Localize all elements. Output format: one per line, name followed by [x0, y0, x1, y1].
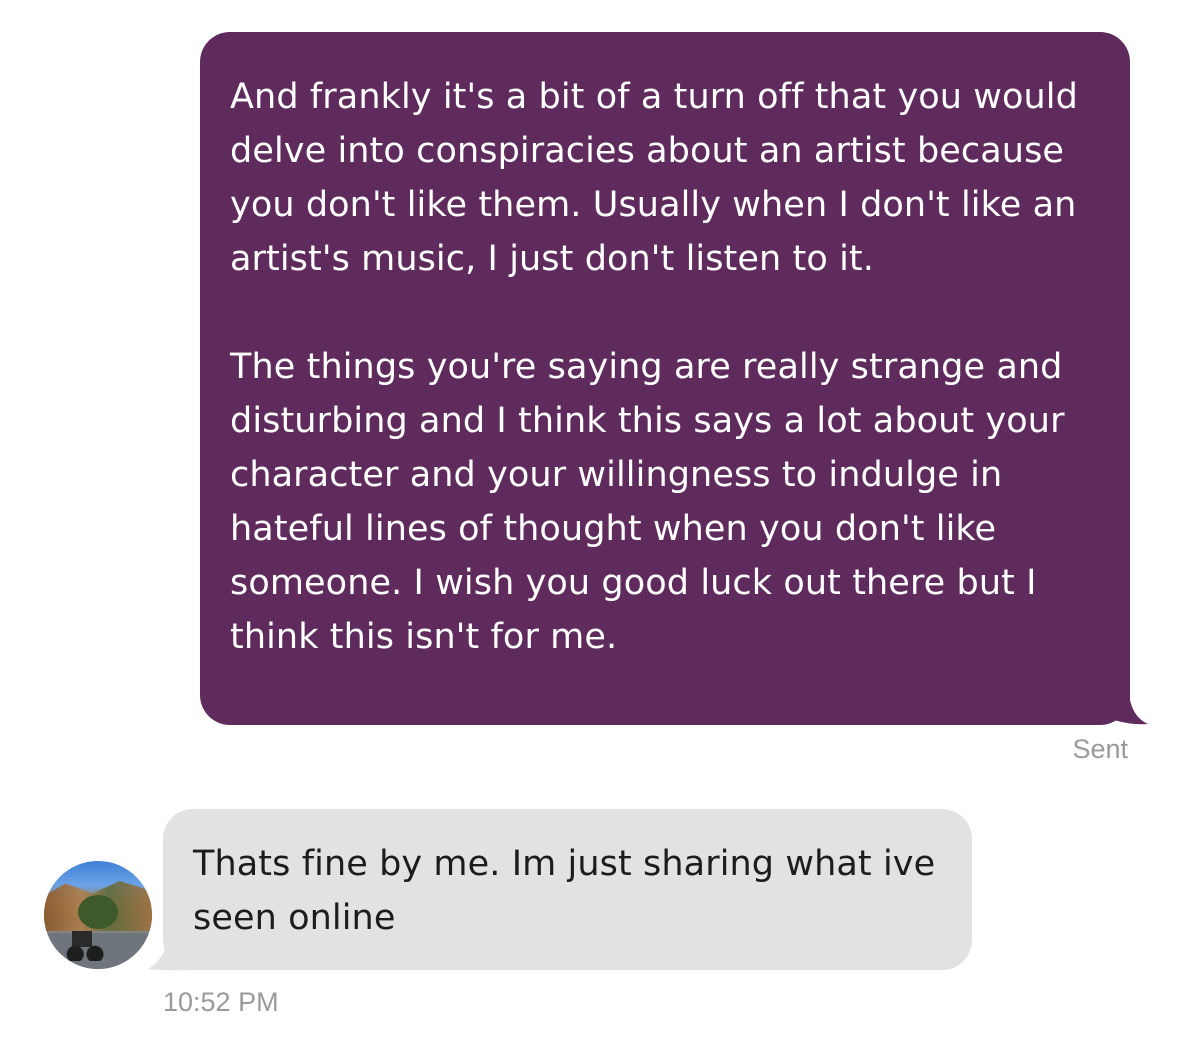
- message-thread: And frankly it's a bit of a turn off tha…: [0, 0, 1200, 1057]
- sent-status-label: Sent: [1072, 734, 1128, 764]
- avatar-tree-shape: [78, 895, 118, 929]
- received-message-timestamp: 10:52 PM: [163, 987, 279, 1017]
- received-message-bubble[interactable]: Thats fine by me. Im just sharing what i…: [163, 809, 972, 970]
- sent-message-paragraph-2: The things you're saying are really stra…: [230, 347, 1065, 657]
- contact-avatar[interactable]: [44, 861, 152, 969]
- sent-message-bubble[interactable]: And frankly it's a bit of a turn off tha…: [200, 32, 1130, 725]
- avatar-riders-shape: [62, 927, 106, 961]
- received-message-text: Thats fine by me. Im just sharing what i…: [193, 844, 936, 938]
- sent-message-paragraph-1: And frankly it's a bit of a turn off tha…: [230, 77, 1078, 279]
